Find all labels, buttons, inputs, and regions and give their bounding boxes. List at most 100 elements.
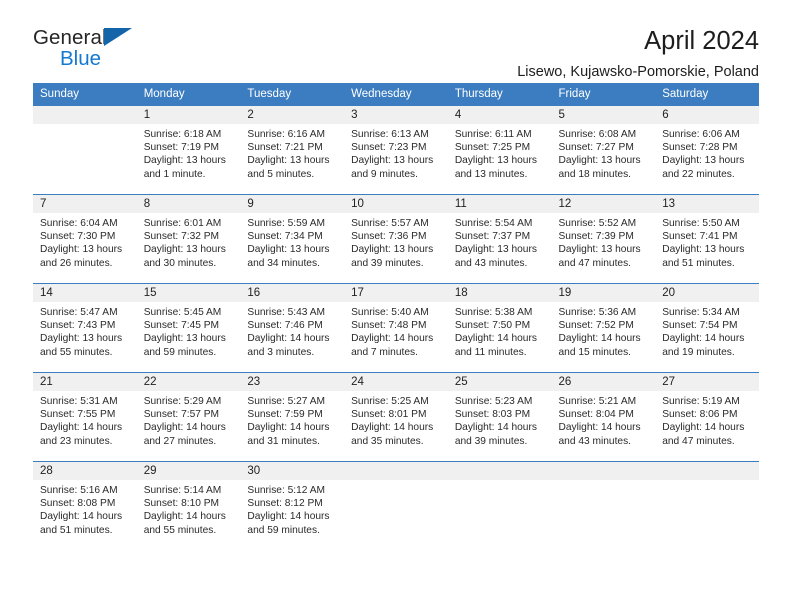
day-cell[interactable]: 15 Sunrise: 5:45 AM Sunset: 7:45 PM Dayligh… bbox=[136, 284, 241, 372]
sunset-text: Sunset: 7:30 PM bbox=[40, 231, 116, 243]
daylight-text-line2: and 39 minutes. bbox=[351, 257, 424, 269]
day-cell[interactable]: 6 Sunrise: 6:06 AM Sunset: 7:28 PM Daylight… bbox=[655, 106, 759, 194]
day-number: 9 bbox=[240, 195, 345, 213]
day-cell[interactable]: 16 Sunrise: 5:43 AM Sunset: 7:46 PM Dayligh… bbox=[240, 284, 345, 372]
sunset-text: Sunset: 7:23 PM bbox=[351, 142, 427, 154]
sunrise-text: Sunrise: 5:54 AM bbox=[454, 218, 533, 229]
day-details: Sunrise: 5:16 AM Sunset: 8:08 PM Daylight:… bbox=[33, 480, 137, 537]
day-details: Sunrise: 6:08 AM Sunset: 7:27 PM Daylight:… bbox=[552, 124, 656, 181]
day-cell[interactable]: 29 Sunrise: 5:14 AM Sunset: 8:10 PM Dayligh… bbox=[136, 462, 241, 548]
day-details: Sunrise: 5:38 AM Sunset: 7:50 PM Daylight:… bbox=[448, 302, 552, 359]
sunset-text: Sunset: 7:50 PM bbox=[454, 320, 531, 332]
daylight-text-line1: Daylight: 13 hours bbox=[351, 155, 434, 167]
day-number: 4 bbox=[447, 106, 552, 124]
day-cell[interactable]: 3 Sunrise: 6:13 AM Sunset: 7:23 PM Daylight… bbox=[344, 106, 448, 194]
sunrise-text: Sunrise: 5:52 AM bbox=[558, 218, 637, 229]
day-details: Sunrise: 6:01 AM Sunset: 7:32 PM Daylight:… bbox=[137, 213, 241, 270]
daylight-text-line2: and 31 minutes. bbox=[247, 435, 320, 447]
day-cell[interactable]: 27 Sunrise: 5:19 AM Sunset: 8:06 PM Dayligh… bbox=[655, 373, 759, 461]
sunset-text: Sunset: 7:57 PM bbox=[143, 409, 220, 421]
day-cell[interactable]: 21 Sunrise: 5:31 AM Sunset: 7:55 PM Dayligh… bbox=[33, 373, 137, 461]
day-details: Sunrise: 6:18 AM Sunset: 7:19 PM Daylight:… bbox=[137, 124, 241, 181]
day-details: Sunrise: 6:04 AM Sunset: 7:30 PM Daylight:… bbox=[33, 213, 137, 270]
day-details: Sunrise: 5:50 AM Sunset: 7:41 PM Daylight:… bbox=[655, 213, 759, 270]
day-cell[interactable]: 12 Sunrise: 5:52 AM Sunset: 7:39 PM Dayligh… bbox=[551, 195, 656, 283]
day-cell[interactable]: 19 Sunrise: 5:36 AM Sunset: 7:52 PM Dayligh… bbox=[551, 284, 656, 372]
sunrise-text: Sunrise: 6:13 AM bbox=[351, 129, 429, 140]
day-cell[interactable]: 5 Sunrise: 6:08 AM Sunset: 7:27 PM Daylight… bbox=[551, 106, 656, 194]
day-number: 10 bbox=[344, 195, 448, 213]
page-title: April 2024 bbox=[644, 27, 759, 55]
day-cell-empty bbox=[33, 106, 137, 194]
day-number: 15 bbox=[136, 284, 241, 302]
day-cell[interactable]: 8 Sunrise: 6:01 AM Sunset: 7:32 PM Daylight… bbox=[136, 195, 241, 283]
day-details: Sunrise: 5:12 AM Sunset: 8:12 PM Daylight:… bbox=[240, 480, 344, 537]
day-number: 14 bbox=[33, 284, 137, 302]
day-details: Sunrise: 5:36 AM Sunset: 7:52 PM Daylight:… bbox=[552, 302, 656, 359]
daylight-text-line2: and 43 minutes. bbox=[558, 435, 632, 447]
daylight-text-line1: Daylight: 13 hours bbox=[662, 155, 745, 167]
sunset-text: Sunset: 7:34 PM bbox=[247, 231, 323, 243]
sunset-text: Sunset: 7:46 PM bbox=[247, 320, 323, 332]
day-number bbox=[447, 462, 552, 480]
daylight-text-line2: and 19 minutes. bbox=[662, 346, 735, 358]
sunset-text: Sunset: 7:43 PM bbox=[40, 320, 116, 332]
day-details: Sunrise: 5:29 AM Sunset: 7:57 PM Daylight:… bbox=[137, 391, 241, 448]
daylight-text-line2: and 51 minutes. bbox=[662, 257, 735, 269]
day-cell[interactable]: 28 Sunrise: 5:16 AM Sunset: 8:08 PM Dayligh… bbox=[33, 462, 137, 548]
daylight-text-line2: and 13 minutes. bbox=[454, 168, 528, 180]
day-number: 21 bbox=[33, 373, 137, 391]
day-cell[interactable]: 2 Sunrise: 6:16 AM Sunset: 7:21 PM Daylight… bbox=[240, 106, 345, 194]
daylight-text-line2: and 43 minutes. bbox=[454, 257, 528, 269]
day-number: 30 bbox=[240, 462, 345, 480]
week-row: 21 Sunrise: 5:31 AM Sunset: 7:55 PM Dayligh… bbox=[33, 372, 759, 462]
day-cell[interactable]: 17 Sunrise: 5:40 AM Sunset: 7:48 PM Dayligh… bbox=[344, 284, 448, 372]
day-cell[interactable]: 1 Sunrise: 6:18 AM Sunset: 7:19 PM Daylight… bbox=[136, 106, 241, 194]
daylight-text-line1: Daylight: 14 hours bbox=[558, 422, 641, 434]
daylight-text-line1: Daylight: 13 hours bbox=[558, 244, 641, 256]
day-number: 8 bbox=[136, 195, 241, 213]
logo-triangle-icon bbox=[104, 28, 132, 46]
day-cell[interactable]: 9 Sunrise: 5:59 AM Sunset: 7:34 PM Daylight… bbox=[240, 195, 345, 283]
day-cell[interactable]: 22 Sunrise: 5:29 AM Sunset: 7:57 PM Dayligh… bbox=[136, 373, 241, 461]
day-number: 27 bbox=[655, 373, 759, 391]
sunrise-text: Sunrise: 5:50 AM bbox=[662, 218, 740, 229]
sunset-text: Sunset: 7:48 PM bbox=[351, 320, 427, 332]
day-number: 7 bbox=[33, 195, 137, 213]
day-cell[interactable]: 24 Sunrise: 5:25 AM Sunset: 8:01 PM Dayligh… bbox=[344, 373, 448, 461]
day-number: 28 bbox=[33, 462, 137, 480]
sunrise-text: Sunrise: 6:11 AM bbox=[454, 129, 532, 140]
day-number: 20 bbox=[655, 284, 759, 302]
calendar-header-row: Sunday Monday Tuesday Wednesday Thursday Frid… bbox=[33, 83, 759, 106]
day-cell[interactable]: 4 Sunrise: 6:11 AM Sunset: 7:25 PM Daylight… bbox=[447, 106, 552, 194]
day-number: 24 bbox=[344, 373, 448, 391]
daylight-text-line1: Daylight: 14 hours bbox=[143, 422, 226, 434]
week-row: 14 Sunrise: 5:47 AM Sunset: 7:43 PM Dayligh… bbox=[33, 283, 759, 373]
day-cell[interactable]: 26 Sunrise: 5:21 AM Sunset: 8:04 PM Dayligh… bbox=[551, 373, 656, 461]
daylight-text-line2: and 1 minute. bbox=[143, 168, 206, 180]
day-cell[interactable]: 7 Sunrise: 6:04 AM Sunset: 7:30 PM Daylight… bbox=[33, 195, 137, 283]
day-cell[interactable]: 10 Sunrise: 5:57 AM Sunset: 7:36 PM Dayligh… bbox=[344, 195, 448, 283]
day-details: Sunrise: 6:06 AM Sunset: 7:28 PM Daylight:… bbox=[655, 124, 759, 181]
daylight-text-line1: Daylight: 14 hours bbox=[40, 511, 123, 523]
day-cell[interactable]: 25 Sunrise: 5:23 AM Sunset: 8:03 PM Dayligh… bbox=[447, 373, 552, 461]
daylight-text-line1: Daylight: 14 hours bbox=[143, 511, 226, 523]
sunrise-text: Sunrise: 5:12 AM bbox=[247, 485, 325, 496]
sunrise-text: Sunrise: 5:27 AM bbox=[247, 396, 325, 407]
sunrise-text: Sunrise: 6:01 AM bbox=[143, 218, 222, 229]
day-cell[interactable]: 20 Sunrise: 5:34 AM Sunset: 7:54 PM Dayligh… bbox=[655, 284, 759, 372]
sunrise-text: Sunrise: 5:38 AM bbox=[454, 307, 533, 318]
day-cell[interactable]: 18 Sunrise: 5:38 AM Sunset: 7:50 PM Dayligh… bbox=[447, 284, 552, 372]
day-cell[interactable]: 30 Sunrise: 5:12 AM Sunset: 8:12 PM Dayligh… bbox=[240, 462, 345, 548]
daylight-text-line1: Daylight: 14 hours bbox=[454, 333, 537, 345]
sunset-text: Sunset: 8:08 PM bbox=[40, 498, 116, 510]
day-number bbox=[551, 462, 656, 480]
day-cell[interactable]: 23 Sunrise: 5:27 AM Sunset: 7:59 PM Dayligh… bbox=[240, 373, 345, 461]
day-cell[interactable]: 11 Sunrise: 5:54 AM Sunset: 7:37 PM Dayligh… bbox=[447, 195, 552, 283]
day-cell[interactable]: 14 Sunrise: 5:47 AM Sunset: 7:43 PM Dayligh… bbox=[33, 284, 137, 372]
daylight-text-line2: and 55 minutes. bbox=[143, 524, 217, 536]
daylight-text-line2: and 30 minutes. bbox=[143, 257, 217, 269]
sunrise-text: Sunrise: 5:19 AM bbox=[662, 396, 740, 407]
day-cell[interactable]: 13 Sunrise: 5:50 AM Sunset: 7:41 PM Dayligh… bbox=[655, 195, 759, 283]
day-details: Sunrise: 5:34 AM Sunset: 7:54 PM Daylight:… bbox=[655, 302, 759, 359]
